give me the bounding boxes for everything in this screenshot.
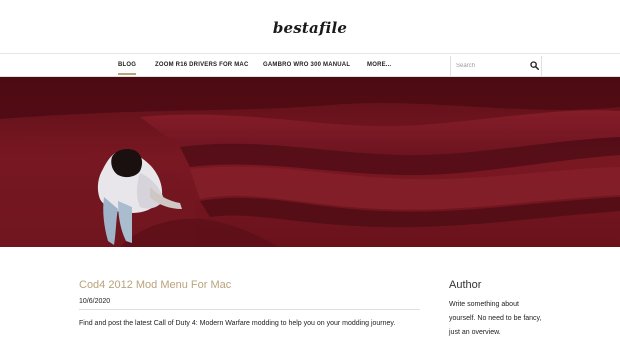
nav-item-blog[interactable]: BLOG xyxy=(118,62,137,75)
search-box xyxy=(450,56,542,76)
site-header: bestafile xyxy=(0,0,620,54)
post-title-link[interactable]: Cod4 2012 Mod Menu For Mac xyxy=(79,279,231,291)
search-input[interactable] xyxy=(456,60,526,72)
search-icon[interactable] xyxy=(530,61,539,70)
sidebar-author-heading: Author xyxy=(449,279,482,291)
nav-item-more[interactable]: MORE... xyxy=(367,62,391,68)
post-excerpt: Find and post the latest Call of Duty 4:… xyxy=(79,320,396,327)
nav-item-gambro-manual[interactable]: GAMBRO WRO 300 MANUAL xyxy=(263,62,350,68)
site-logo[interactable]: bestafile xyxy=(0,19,620,37)
sidebar-author-text: Write something about yourself. No need … xyxy=(449,301,542,336)
hero-photo xyxy=(0,77,620,247)
post-divider xyxy=(79,309,420,310)
post-date: 10/6/2020 xyxy=(79,298,111,305)
hero-image xyxy=(0,77,620,247)
nav-item-zoom-r16-drivers[interactable]: ZOOM R16 DRIVERS FOR MAC xyxy=(155,62,248,68)
